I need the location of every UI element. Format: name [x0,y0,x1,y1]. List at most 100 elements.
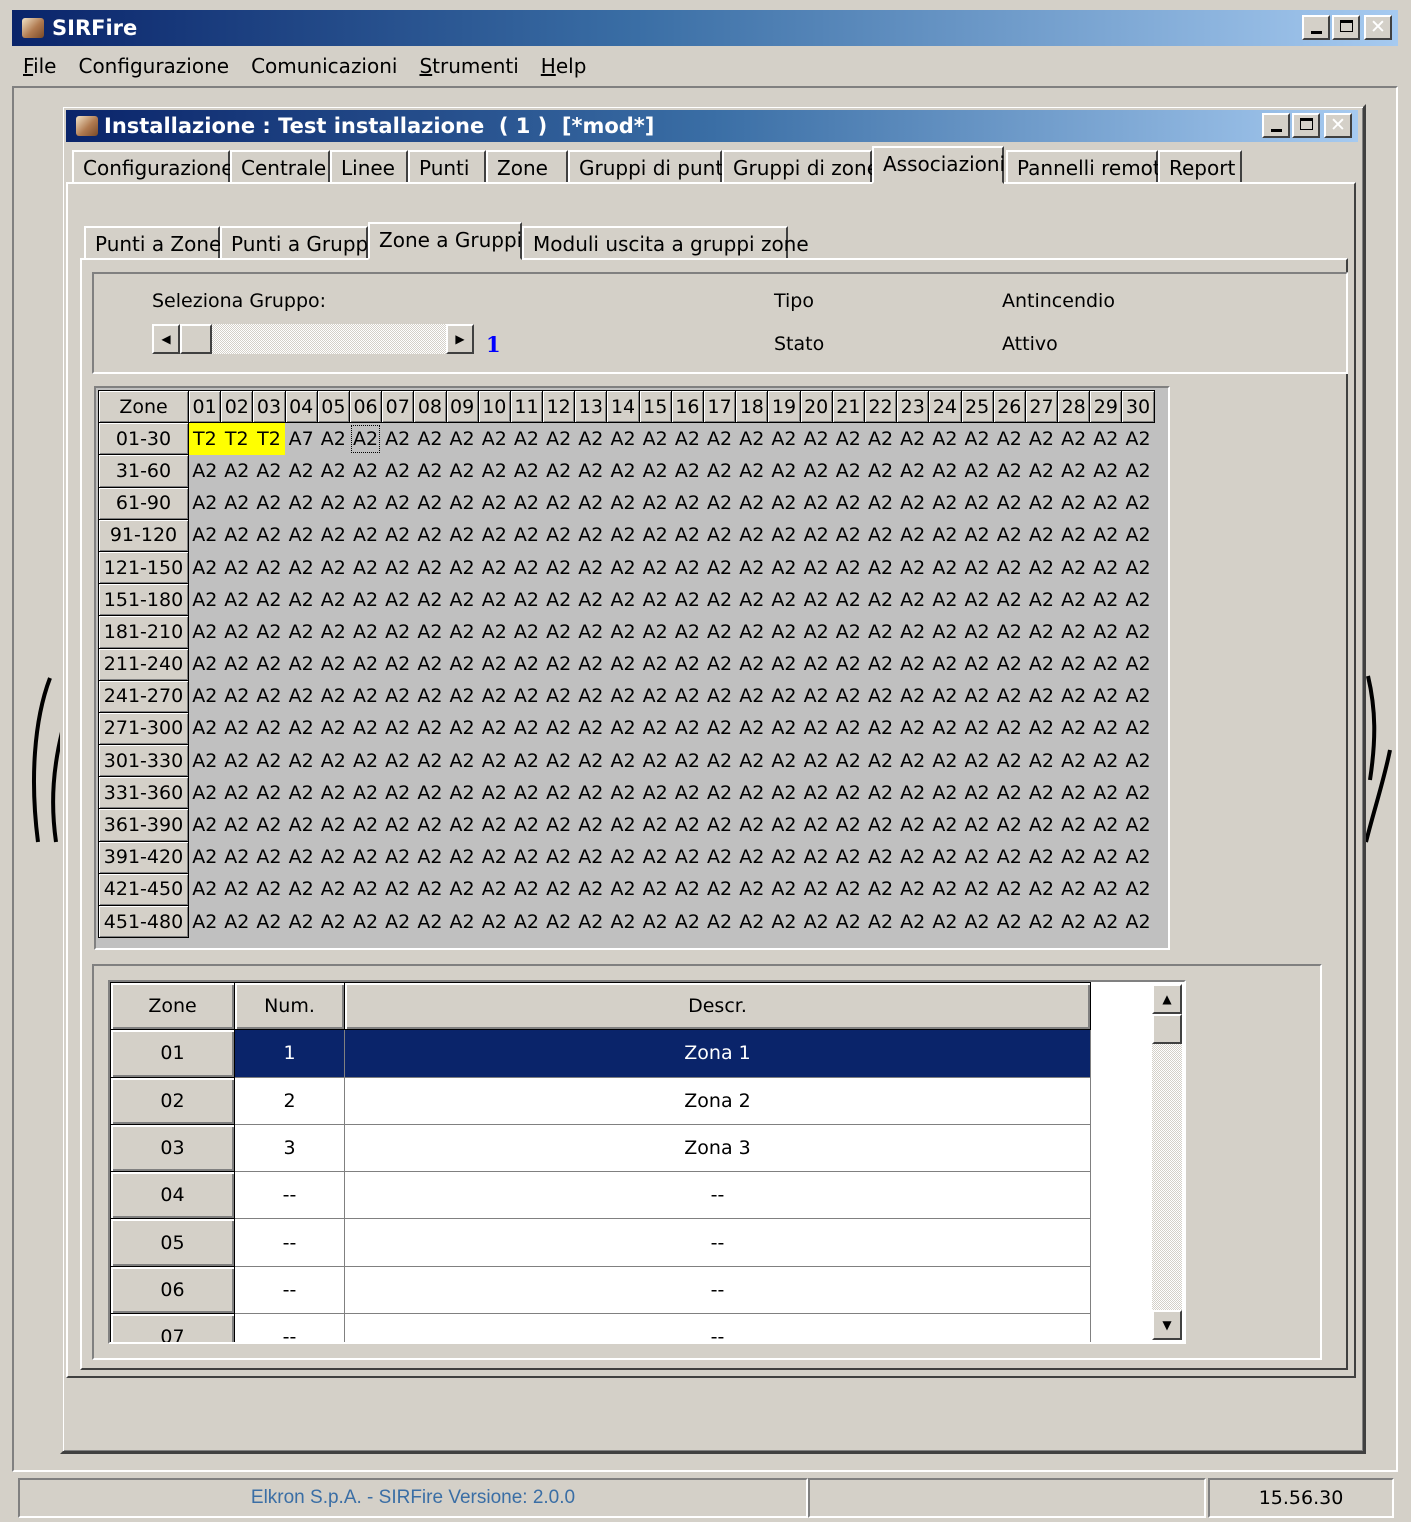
matrix-cell[interactable]: A2 [220,905,253,938]
matrix-cell[interactable]: A2 [285,519,318,552]
matrix-cell[interactable]: A2 [413,744,446,777]
matrix-cell[interactable]: A2 [542,615,575,648]
matrix-cell[interactable]: A2 [993,454,1026,488]
matrix-cell[interactable]: A2 [349,551,382,584]
matrix-cell[interactable]: A2 [1057,776,1090,809]
matrix-cell[interactable]: A2 [1057,551,1090,584]
matrix-cell[interactable]: A2 [896,454,929,488]
matrix-cell[interactable]: A2 [1057,422,1090,455]
matrix-cell[interactable]: A2 [510,487,543,520]
zone-list-row-header[interactable]: 03 [110,1123,235,1173]
zone-list-row-header[interactable]: 07 [110,1313,235,1342]
matrix-cell[interactable]: A2 [864,648,897,681]
matrix-cell[interactable]: A2 [510,422,543,455]
matrix-cell[interactable]: A2 [735,873,768,906]
matrix-cell[interactable]: A2 [832,583,865,616]
matrix-cell[interactable]: A2 [703,454,736,488]
matrix-cell[interactable]: A2 [188,841,221,874]
zone-list-cell-descr[interactable]: -- [344,1218,1091,1267]
matrix-cell[interactable]: A2 [832,551,865,584]
matrix-cell[interactable]: A2 [639,808,672,842]
zone-list-cell-num[interactable]: -- [234,1171,345,1220]
tab-configurazione[interactable]: Configurazione [72,150,234,182]
matrix-cell[interactable]: A2 [671,648,704,681]
matrix-cell[interactable]: A2 [1121,519,1155,552]
matrix-cell[interactable]: A2 [188,454,221,488]
matrix-cell[interactable]: A2 [349,615,382,648]
matrix-cell[interactable]: A2 [285,487,318,520]
matrix-cell[interactable]: A2 [896,422,929,455]
tab-centrale[interactable]: Centrale [230,150,330,182]
matrix-cell[interactable]: A2 [542,841,575,874]
zone-list-row-header[interactable]: 01 [110,1029,235,1078]
matrix-cell[interactable]: A2 [252,744,286,777]
scroll-track[interactable] [1152,1014,1182,1310]
matrix-cell[interactable]: A2 [349,422,382,455]
matrix-cell[interactable]: A2 [478,519,511,552]
matrix-cell[interactable]: A2 [188,905,221,938]
zone-list-cell-descr[interactable]: -- [344,1171,1091,1220]
matrix-cell[interactable]: A2 [606,680,640,713]
matrix-cell[interactable]: A2 [800,841,833,874]
matrix-cell[interactable]: A2 [606,615,640,648]
matrix-cell[interactable]: A2 [606,454,640,488]
tab-associazioni[interactable]: Associazioni [872,146,1005,184]
scroll-down-button[interactable]: ▼ [1152,1310,1182,1340]
matrix-cell[interactable]: A2 [703,776,736,809]
matrix-cell[interactable]: A2 [639,712,672,745]
matrix-cell[interactable]: A2 [349,487,382,520]
matrix-cell[interactable]: A2 [413,519,446,552]
zone-list-cell-descr[interactable]: -- [344,1313,1091,1342]
matrix-cell[interactable]: A2 [639,744,672,777]
matrix-cell[interactable]: A2 [1089,583,1122,616]
matrix-cell[interactable]: A2 [188,648,221,681]
matrix-cell[interactable]: A2 [478,808,511,842]
matrix-cell[interactable]: A2 [671,776,704,809]
matrix-cell[interactable]: A2 [285,808,318,842]
matrix-cell[interactable]: A2 [1025,551,1058,584]
matrix-cell[interactable]: A2 [317,808,350,842]
matrix-cell[interactable]: A2 [252,454,286,488]
matrix-cell[interactable]: A2 [703,873,736,906]
matrix-cell[interactable]: A2 [928,776,961,809]
subtab-zone-a-gruppi[interactable]: Zone a Gruppi [368,222,522,260]
matrix-cell[interactable]: A2 [188,551,221,584]
close-button[interactable]: ✕ [1364,15,1392,40]
matrix-cell[interactable]: A2 [703,422,736,455]
zone-list-scrollbar[interactable]: ▲ ▼ [1152,984,1182,1340]
matrix-cell[interactable]: A2 [542,551,575,584]
matrix-cell[interactable]: A2 [993,808,1026,842]
matrix-cell[interactable]: A2 [896,841,929,874]
zone-list-cell-descr[interactable]: Zona 1 [344,1029,1091,1078]
matrix-cell[interactable]: A2 [349,905,382,938]
matrix-cell[interactable]: A2 [413,680,446,713]
matrix-cell[interactable]: A2 [896,615,929,648]
matrix-cell[interactable]: A2 [413,551,446,584]
matrix-cell[interactable]: A2 [1121,422,1155,455]
matrix-cell[interactable]: A2 [252,680,286,713]
matrix-cell[interactable]: A2 [252,873,286,906]
matrix-cell[interactable]: A2 [317,905,350,938]
matrix-cell[interactable]: A2 [864,487,897,520]
child-maximize-button[interactable] [1292,113,1320,138]
matrix-cell[interactable]: A2 [574,454,607,488]
matrix-cell[interactable]: A2 [864,680,897,713]
child-minimize-button[interactable] [1262,113,1290,138]
matrix-cell[interactable]: A2 [1057,519,1090,552]
matrix-cell[interactable]: A2 [1025,519,1058,552]
matrix-cell[interactable]: A2 [446,519,479,552]
matrix-cell[interactable]: A2 [220,808,253,842]
matrix-cell[interactable]: A2 [510,551,543,584]
subtab-moduli-uscita-a-gruppi-zone[interactable]: Moduli uscita a gruppi zone [522,226,809,258]
matrix-cell[interactable]: A2 [767,519,801,552]
matrix-cell[interactable]: A2 [317,873,350,906]
zone-list-cell-num[interactable]: 2 [234,1076,345,1125]
matrix-cell[interactable]: A2 [413,808,446,842]
scroll-thumb[interactable] [180,324,212,354]
matrix-cell[interactable]: A2 [671,873,704,906]
menu-comunicazioni[interactable]: Comunicazioni [240,48,408,84]
matrix-cell[interactable]: A2 [606,487,640,520]
matrix-cell[interactable]: A2 [413,905,446,938]
matrix-cell[interactable]: A2 [317,454,350,488]
zone-list-cell-num[interactable]: -- [234,1313,345,1342]
